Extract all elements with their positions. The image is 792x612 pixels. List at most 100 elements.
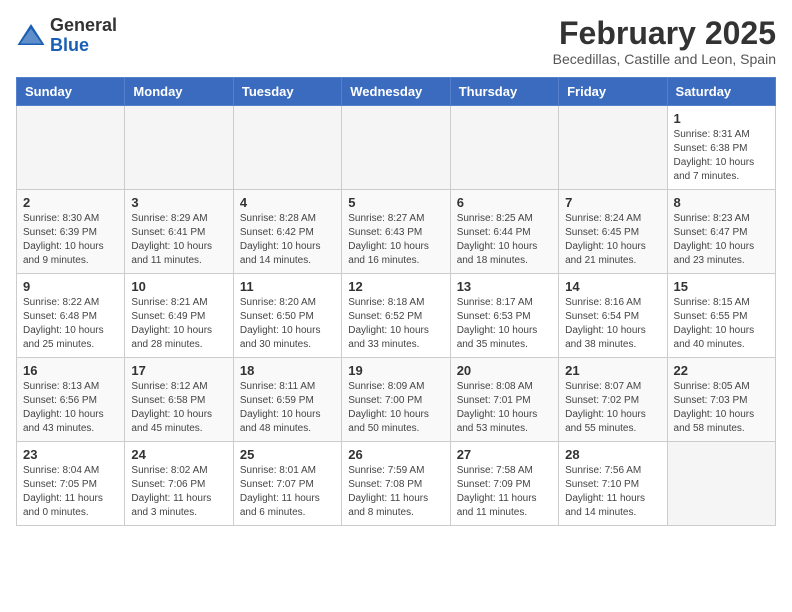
calendar-cell <box>559 106 667 190</box>
calendar-cell: 12 Sunrise: 8:18 AM Sunset: 6:52 PM Dayli… <box>342 274 450 358</box>
day-number: 26 <box>348 447 443 462</box>
title-block: February 2025 Becedillas, Castille and L… <box>553 16 776 67</box>
day-number: 25 <box>240 447 335 462</box>
day-info: Sunrise: 8:20 AM Sunset: 6:50 PM Dayligh… <box>240 296 335 352</box>
day-info: Sunrise: 8:08 AM Sunset: 7:01 PM Dayligh… <box>457 380 552 436</box>
day-number: 2 <box>23 195 118 210</box>
week-row-5: 23 Sunrise: 8:04 AM Sunset: 7:05 PM Dayli… <box>17 442 776 526</box>
calendar-cell: 1 Sunrise: 8:31 AM Sunset: 6:38 PM Daylig… <box>667 106 775 190</box>
calendar-cell: 2 Sunrise: 8:30 AM Sunset: 6:39 PM Daylig… <box>17 190 125 274</box>
day-info: Sunrise: 8:18 AM Sunset: 6:52 PM Dayligh… <box>348 296 443 352</box>
day-info: Sunrise: 8:22 AM Sunset: 6:48 PM Dayligh… <box>23 296 118 352</box>
day-number: 23 <box>23 447 118 462</box>
day-number: 16 <box>23 363 118 378</box>
calendar-cell: 3Sunrise: 8:29 AM Sunset: 6:41 PM Daylig… <box>125 190 233 274</box>
day-number: 5 <box>348 195 443 210</box>
calendar-cell: 10 Sunrise: 8:21 AM Sunset: 6:49 PM Dayli… <box>125 274 233 358</box>
day-number: 11 <box>240 279 335 294</box>
day-info: Sunrise: 8:16 AM Sunset: 6:54 PM Dayligh… <box>565 296 660 352</box>
month-year-title: February 2025 <box>553 16 776 51</box>
logo-icon <box>16 21 46 51</box>
day-info: Sunrise: 8:01 AM Sunset: 7:07 PM Dayligh… <box>240 464 335 520</box>
calendar-cell: 23 Sunrise: 8:04 AM Sunset: 7:05 PM Dayli… <box>17 442 125 526</box>
calendar-cell: 13 Sunrise: 8:17 AM Sunset: 6:53 PM Dayli… <box>450 274 558 358</box>
week-row-2: 2 Sunrise: 8:30 AM Sunset: 6:39 PM Daylig… <box>17 190 776 274</box>
day-number: 27 <box>457 447 552 462</box>
calendar-cell <box>450 106 558 190</box>
day-info: Sunrise: 7:58 AM Sunset: 7:09 PM Dayligh… <box>457 464 552 520</box>
day-info: Sunrise: 7:59 AM Sunset: 7:08 PM Dayligh… <box>348 464 443 520</box>
day-number: 4 <box>240 195 335 210</box>
day-number: 19 <box>348 363 443 378</box>
weekday-header-row: SundayMondayTuesdayWednesdayThursdayFrid… <box>17 78 776 106</box>
calendar-cell: 24 Sunrise: 8:02 AM Sunset: 7:06 PM Dayli… <box>125 442 233 526</box>
day-info: Sunrise: 8:24 AM Sunset: 6:45 PM Dayligh… <box>565 212 660 268</box>
day-number: 6 <box>457 195 552 210</box>
day-number: 28 <box>565 447 660 462</box>
calendar-cell: 25 Sunrise: 8:01 AM Sunset: 7:07 PM Dayli… <box>233 442 341 526</box>
day-info: Sunrise: 8:17 AM Sunset: 6:53 PM Dayligh… <box>457 296 552 352</box>
weekday-header-sunday: Sunday <box>17 78 125 106</box>
day-number: 1 <box>674 111 769 126</box>
calendar-cell: 16 Sunrise: 8:13 AM Sunset: 6:56 PM Dayli… <box>17 358 125 442</box>
calendar-cell: 11 Sunrise: 8:20 AM Sunset: 6:50 PM Dayli… <box>233 274 341 358</box>
day-number: 9 <box>23 279 118 294</box>
logo-general-text: General <box>50 15 117 35</box>
day-number: 14 <box>565 279 660 294</box>
day-number: 12 <box>348 279 443 294</box>
calendar-cell: 17Sunrise: 8:12 AM Sunset: 6:58 PM Dayli… <box>125 358 233 442</box>
weekday-header-friday: Friday <box>559 78 667 106</box>
day-number: 18 <box>240 363 335 378</box>
calendar-cell: 19 Sunrise: 8:09 AM Sunset: 7:00 PM Dayli… <box>342 358 450 442</box>
day-info: Sunrise: 8:30 AM Sunset: 6:39 PM Dayligh… <box>23 212 118 268</box>
calendar-cell: 7Sunrise: 8:24 AM Sunset: 6:45 PM Daylig… <box>559 190 667 274</box>
day-info: Sunrise: 8:12 AM Sunset: 6:58 PM Dayligh… <box>131 380 226 436</box>
calendar-cell: 4 Sunrise: 8:28 AM Sunset: 6:42 PM Daylig… <box>233 190 341 274</box>
day-info: Sunrise: 8:02 AM Sunset: 7:06 PM Dayligh… <box>131 464 226 520</box>
calendar-cell <box>125 106 233 190</box>
day-info: Sunrise: 8:21 AM Sunset: 6:49 PM Dayligh… <box>131 296 226 352</box>
calendar-table: SundayMondayTuesdayWednesdayThursdayFrid… <box>16 77 776 526</box>
week-row-4: 16 Sunrise: 8:13 AM Sunset: 6:56 PM Dayli… <box>17 358 776 442</box>
calendar-cell: 18 Sunrise: 8:11 AM Sunset: 6:59 PM Dayli… <box>233 358 341 442</box>
weekday-header-wednesday: Wednesday <box>342 78 450 106</box>
calendar-cell: 22 Sunrise: 8:05 AM Sunset: 7:03 PM Dayli… <box>667 358 775 442</box>
calendar-cell <box>667 442 775 526</box>
calendar-cell: 26 Sunrise: 7:59 AM Sunset: 7:08 PM Dayli… <box>342 442 450 526</box>
day-info: Sunrise: 8:09 AM Sunset: 7:00 PM Dayligh… <box>348 380 443 436</box>
logo-blue-text: Blue <box>50 35 89 55</box>
day-info: Sunrise: 8:31 AM Sunset: 6:38 PM Dayligh… <box>674 128 769 184</box>
day-number: 24 <box>131 447 226 462</box>
calendar-cell: 28Sunrise: 7:56 AM Sunset: 7:10 PM Dayli… <box>559 442 667 526</box>
logo: General Blue <box>16 16 117 56</box>
calendar-cell: 21 Sunrise: 8:07 AM Sunset: 7:02 PM Dayli… <box>559 358 667 442</box>
week-row-1: 1 Sunrise: 8:31 AM Sunset: 6:38 PM Daylig… <box>17 106 776 190</box>
day-info: Sunrise: 8:05 AM Sunset: 7:03 PM Dayligh… <box>674 380 769 436</box>
week-row-3: 9 Sunrise: 8:22 AM Sunset: 6:48 PM Daylig… <box>17 274 776 358</box>
day-info: Sunrise: 8:07 AM Sunset: 7:02 PM Dayligh… <box>565 380 660 436</box>
day-info: Sunrise: 8:28 AM Sunset: 6:42 PM Dayligh… <box>240 212 335 268</box>
day-info: Sunrise: 8:04 AM Sunset: 7:05 PM Dayligh… <box>23 464 118 520</box>
day-number: 8 <box>674 195 769 210</box>
day-number: 21 <box>565 363 660 378</box>
day-number: 15 <box>674 279 769 294</box>
location-subtitle: Becedillas, Castille and Leon, Spain <box>553 51 776 67</box>
calendar-cell <box>342 106 450 190</box>
day-number: 22 <box>674 363 769 378</box>
weekday-header-thursday: Thursday <box>450 78 558 106</box>
day-number: 10 <box>131 279 226 294</box>
day-info: Sunrise: 8:25 AM Sunset: 6:44 PM Dayligh… <box>457 212 552 268</box>
calendar-cell: 6 Sunrise: 8:25 AM Sunset: 6:44 PM Daylig… <box>450 190 558 274</box>
calendar-cell: 15Sunrise: 8:15 AM Sunset: 6:55 PM Dayli… <box>667 274 775 358</box>
day-number: 3 <box>131 195 226 210</box>
calendar-cell <box>17 106 125 190</box>
page-header: General Blue February 2025 Becedillas, C… <box>16 16 776 67</box>
calendar-cell: 5 Sunrise: 8:27 AM Sunset: 6:43 PM Daylig… <box>342 190 450 274</box>
weekday-header-tuesday: Tuesday <box>233 78 341 106</box>
day-number: 13 <box>457 279 552 294</box>
day-info: Sunrise: 8:27 AM Sunset: 6:43 PM Dayligh… <box>348 212 443 268</box>
day-info: Sunrise: 8:13 AM Sunset: 6:56 PM Dayligh… <box>23 380 118 436</box>
calendar-cell <box>233 106 341 190</box>
calendar-cell: 27 Sunrise: 7:58 AM Sunset: 7:09 PM Dayli… <box>450 442 558 526</box>
day-info: Sunrise: 8:11 AM Sunset: 6:59 PM Dayligh… <box>240 380 335 436</box>
